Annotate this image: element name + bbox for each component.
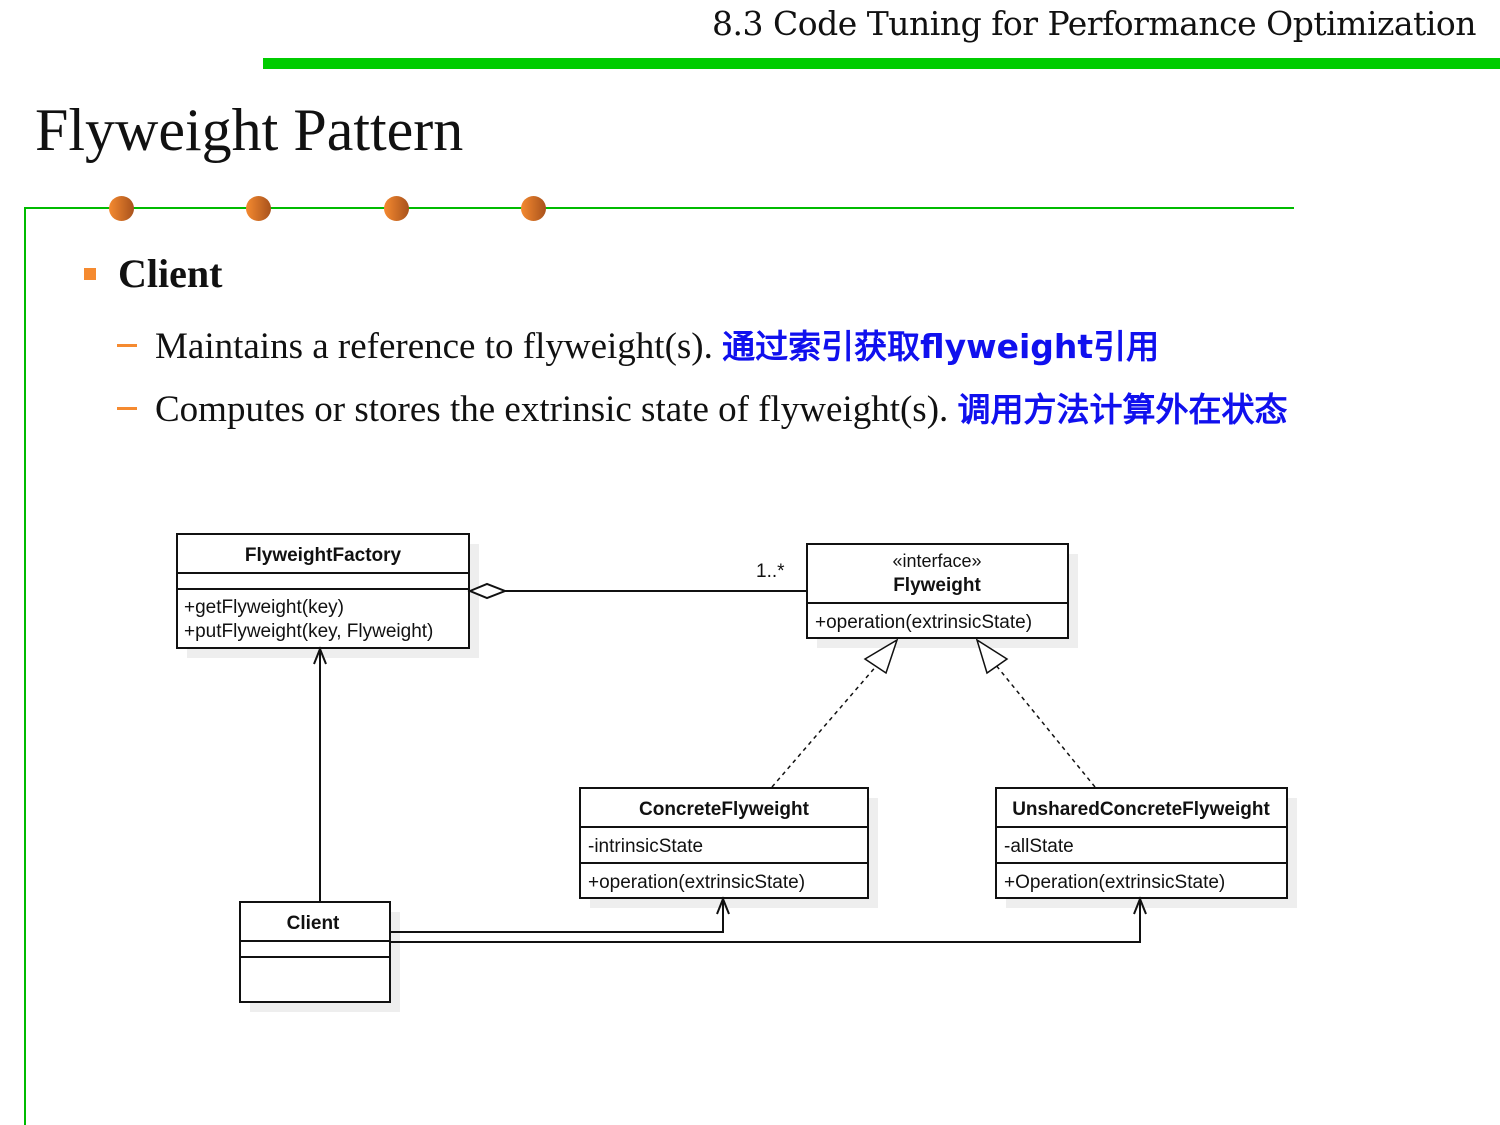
class-name: Client bbox=[287, 913, 340, 934]
class-operation: +operation(extrinsicState) bbox=[815, 612, 1032, 633]
stereotype: «interface» bbox=[892, 551, 981, 571]
class-attribute: -allState bbox=[1004, 836, 1074, 857]
realization-unshared bbox=[975, 638, 1096, 788]
class-name: Flyweight bbox=[893, 575, 981, 596]
class-operation: +putFlyweight(key, Flyweight) bbox=[184, 621, 433, 642]
class-operation: +Operation(extrinsicState) bbox=[1004, 872, 1225, 893]
class-name: FlyweightFactory bbox=[245, 545, 402, 566]
association-client-factory bbox=[313, 646, 327, 902]
class-attribute: -intrinsicState bbox=[588, 836, 703, 857]
multiplicity-label: 1..* bbox=[756, 561, 785, 582]
class-name: ConcreteFlyweight bbox=[639, 799, 810, 820]
class-name: UnsharedConcreteFlyweight bbox=[1012, 799, 1270, 820]
class-operation: +getFlyweight(key) bbox=[184, 597, 344, 618]
aggregation-line bbox=[467, 582, 806, 600]
uml-diagram: FlyweightFactory +getFlyweight(key) +put… bbox=[176, 533, 1297, 1012]
class-operation: +operation(extrinsicState) bbox=[588, 872, 805, 893]
realization-concrete bbox=[771, 638, 899, 788]
